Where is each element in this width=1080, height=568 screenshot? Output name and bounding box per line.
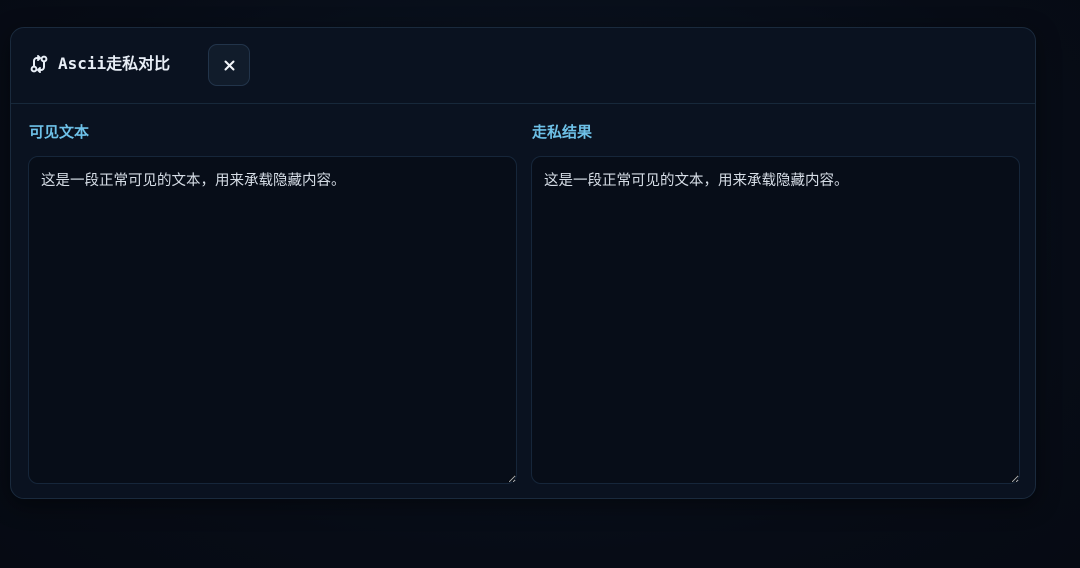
dialog-header: Ascii走私对比 <box>11 28 1035 104</box>
dialog-title: Ascii走私对比 <box>58 54 171 73</box>
visible-text-label: 可见文本 <box>29 123 90 141</box>
smuggle-result-output[interactable]: 这是一段正常可见的文本，用来承载隐藏内容。 <box>531 156 1020 484</box>
close-button[interactable] <box>208 44 250 86</box>
close-icon <box>224 60 235 71</box>
ascii-smuggling-compare-dialog: Ascii走私对比 可见文本 这是一段正常可见的文本，用来承载隐藏内容。 走私结… <box>10 27 1036 499</box>
visible-text-input[interactable]: 这是一段正常可见的文本，用来承载隐藏内容。 <box>28 156 517 484</box>
route-icon <box>29 54 49 74</box>
smuggle-result-label: 走私结果 <box>532 123 593 141</box>
